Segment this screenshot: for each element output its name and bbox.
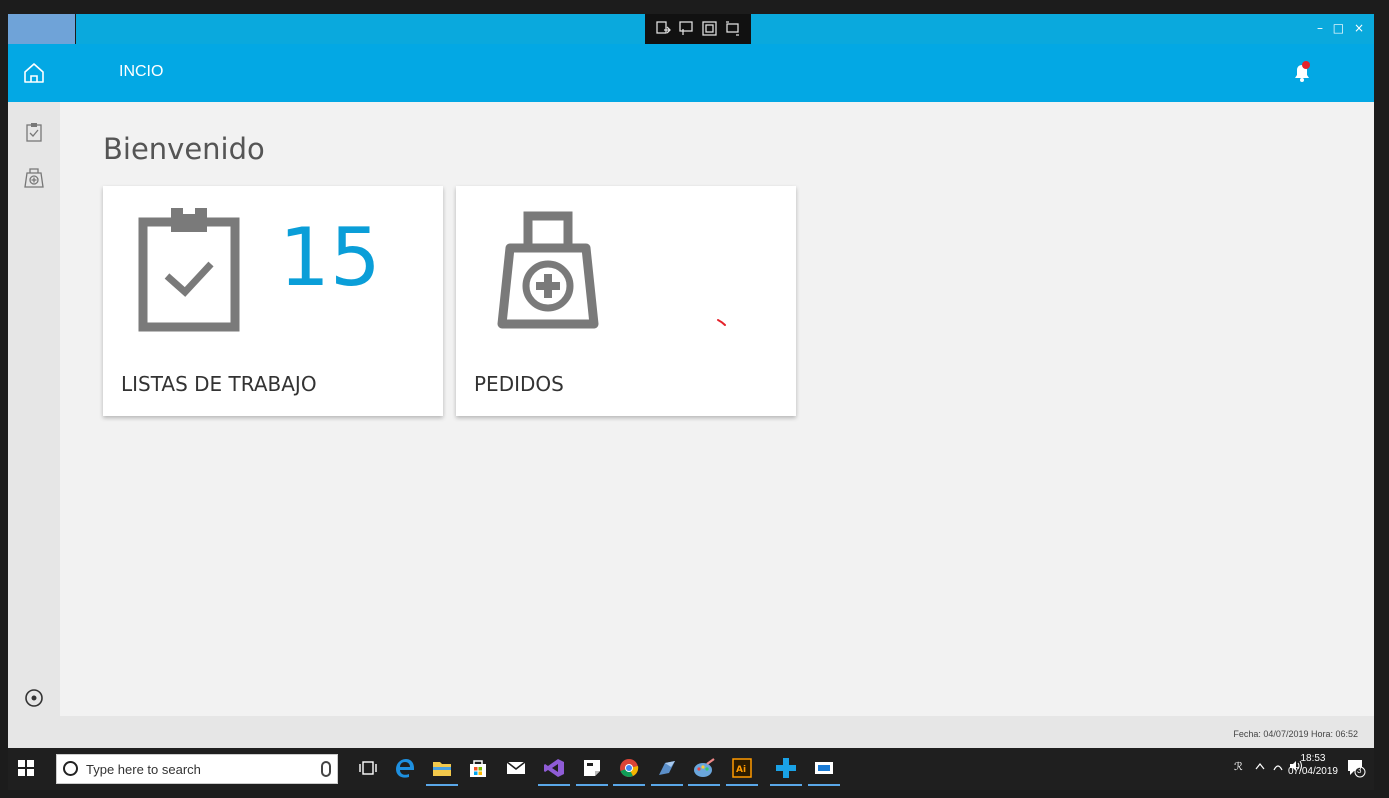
action-center-button[interactable]: 3: [1346, 758, 1366, 778]
app-icon[interactable]: [651, 756, 683, 786]
medical-app-icon[interactable]: [770, 756, 802, 786]
card-work-lists[interactable]: 15 LISTAS DE TRABAJO: [103, 186, 443, 416]
clock-date: 07/04/2019: [1287, 766, 1338, 777]
window-controls: – □ ×: [1315, 21, 1366, 35]
mail-icon[interactable]: [504, 756, 528, 780]
clipboard-check-icon: [138, 206, 240, 332]
card-label: PEDIDOS: [474, 372, 564, 396]
cortana-icon: [63, 761, 78, 776]
clock-time: 18:53: [1300, 753, 1326, 764]
sticky-notes-icon[interactable]: [576, 756, 608, 786]
task-view-icon[interactable]: [356, 756, 380, 780]
edge-icon[interactable]: [393, 756, 417, 780]
touch-icon[interactable]: [679, 21, 694, 36]
home-icon: [24, 63, 44, 83]
status-bar: Fecha: 04/07/2019 Hora: 06:52: [8, 716, 1374, 748]
bell-icon: [1295, 61, 1310, 82]
home-button[interactable]: [8, 44, 60, 102]
visual-studio-icon[interactable]: [538, 756, 570, 786]
minimize-button[interactable]: –: [1317, 21, 1325, 35]
welcome-heading: Bienvenido: [103, 132, 265, 166]
notifications-button[interactable]: [1290, 60, 1314, 84]
date-time-status: Fecha: 04/07/2019 Hora: 06:52: [1233, 729, 1358, 739]
sidebar-item-work-lists[interactable]: [22, 120, 46, 144]
window-mode-icon[interactable]: [656, 21, 671, 36]
card-orders[interactable]: PEDIDOS: [456, 186, 796, 416]
taskbar-search-box[interactable]: Type here to search: [56, 754, 338, 784]
search-placeholder: Type here to search: [86, 762, 201, 777]
taskbar-clock[interactable]: 18:53 07/04/2019: [1288, 752, 1338, 778]
maximize-button[interactable]: □: [1333, 21, 1346, 35]
notification-count: 3: [1357, 766, 1362, 775]
fit-icon[interactable]: [702, 21, 717, 36]
side-navigation: [8, 102, 60, 716]
screen: – □ × INCIO Bienvenido 15 LISTAS DE TRAB…: [8, 14, 1374, 790]
windows-start-icon[interactable]: [18, 760, 34, 776]
chrome-icon[interactable]: [613, 756, 645, 786]
svg-text:Ai: Ai: [736, 765, 746, 775]
store-icon[interactable]: [466, 756, 490, 780]
svg-text:ℛ: ℛ: [1234, 760, 1243, 773]
page-title: INCIO: [119, 63, 164, 80]
loading-spinner-icon: [717, 319, 726, 326]
app-header: INCIO: [8, 44, 1374, 102]
main-content: Bienvenido 15 LISTAS DE TRABAJO PEDIDOS: [60, 102, 1374, 716]
illustrator-icon[interactable]: Ai: [726, 756, 758, 786]
work-lists-count: 15: [279, 211, 381, 304]
action-center-icon: [1348, 760, 1366, 778]
rotate-icon[interactable]: [725, 21, 740, 36]
file-explorer-icon[interactable]: [426, 756, 458, 786]
clipboard-check-icon: [26, 123, 42, 142]
medical-bag-icon: [24, 168, 44, 188]
windows-taskbar: Type here to search Ai ℛ 18:53 07/04/201…: [8, 748, 1374, 790]
close-button[interactable]: ×: [1354, 21, 1366, 35]
sidebar-item-orders[interactable]: [22, 166, 46, 190]
tablet-app-icon[interactable]: [808, 756, 840, 786]
app-thumbnail[interactable]: [8, 14, 76, 44]
sidebar-item-settings[interactable]: [22, 686, 46, 710]
card-label: LISTAS DE TRABAJO: [121, 372, 317, 396]
microphone-icon[interactable]: [321, 761, 331, 777]
medical-bag-icon: [497, 211, 599, 329]
settings-circle-icon: [25, 689, 43, 707]
paint-icon[interactable]: [688, 756, 720, 786]
